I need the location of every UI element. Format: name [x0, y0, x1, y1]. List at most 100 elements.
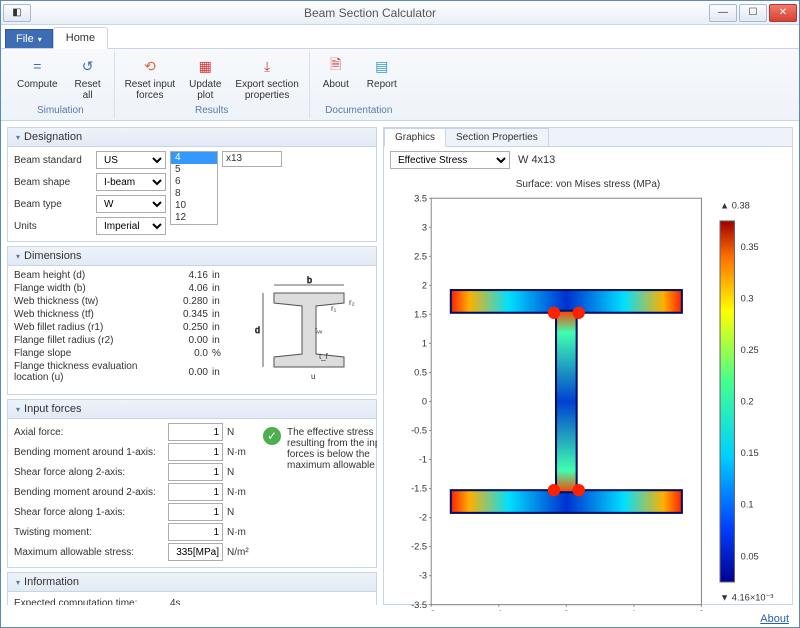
svg-text:3: 3 — [422, 222, 427, 232]
force-input[interactable] — [168, 503, 223, 521]
pdf-icon: 🗎 — [325, 55, 347, 77]
svg-text:-3: -3 — [419, 571, 427, 581]
svg-text:-1: -1 — [419, 455, 427, 465]
panel-header-dimensions[interactable]: Dimensions — [8, 247, 376, 266]
app-window: ◧ Beam Section Calculator — ☐ ✕ File Hom… — [0, 0, 800, 628]
svg-text:0.1: 0.1 — [741, 500, 754, 510]
svg-text:0: 0 — [564, 609, 569, 611]
export-props-button[interactable]: ⤓ Export section properties — [231, 53, 302, 103]
panel-header-information[interactable]: Information — [8, 573, 376, 592]
reset-icon: ↺ — [77, 55, 99, 77]
dimension-row: Flange width (b)4.06in — [14, 283, 240, 294]
force-row: Bending moment around 2-axis:N·m — [14, 483, 255, 501]
svg-text:2: 2 — [422, 280, 427, 290]
tab-home[interactable]: Home — [53, 27, 108, 49]
svg-text:b: b — [307, 275, 312, 285]
window-title: Beam Section Calculator — [31, 6, 709, 20]
svg-text:t_f: t_f — [319, 352, 329, 361]
units-select[interactable]: Imperial — [96, 217, 166, 235]
graphics-tabs: Graphics Section Properties — [384, 128, 792, 147]
footer: About — [1, 611, 799, 627]
force-row: Twisting moment:N·m — [14, 523, 255, 541]
about-button[interactable]: 🗎 About — [316, 53, 356, 92]
menubar: File Home — [1, 25, 799, 49]
svg-text:-2.5: -2.5 — [411, 542, 427, 552]
plot-icon: ▦ — [194, 55, 216, 77]
compute-icon: = — [26, 55, 48, 77]
svg-text:0.3: 0.3 — [741, 293, 754, 303]
dimension-row: Beam height (d)4.16in — [14, 270, 240, 281]
force-row: Shear force along 1-axis:N — [14, 503, 255, 521]
force-row: Bending moment around 1-axis:N·m — [14, 443, 255, 461]
plot-title: Surface: von Mises stress (MPa) — [392, 179, 784, 190]
force-input[interactable] — [168, 423, 223, 441]
panel-forces: Input forces Axial force:N Bending moment… — [7, 399, 377, 568]
tab-graphics[interactable]: Graphics — [384, 128, 446, 147]
minimize-button[interactable]: — — [709, 4, 737, 22]
svg-text:0.35: 0.35 — [741, 242, 759, 252]
svg-text:-2: -2 — [419, 513, 427, 523]
force-input[interactable] — [168, 523, 223, 541]
force-input[interactable] — [168, 543, 223, 561]
svg-text:2: 2 — [699, 609, 704, 611]
dimension-row: Web thickness (tf)0.345in — [14, 309, 240, 320]
force-input[interactable] — [168, 463, 223, 481]
panel-header-designation[interactable]: Designation — [8, 128, 376, 147]
size-listbox[interactable]: 4 5 6 8 10 12 14 — [170, 151, 218, 225]
panel-header-forces[interactable]: Input forces — [8, 400, 376, 419]
dimension-row: Flange slope0.0% — [14, 348, 240, 359]
maximize-button[interactable]: ☐ — [739, 4, 767, 22]
about-link[interactable]: About — [760, 613, 789, 625]
panel-designation: Designation Beam standardUS Beam shapeI-… — [7, 127, 377, 242]
svg-text:1.5: 1.5 — [414, 309, 427, 319]
svg-text:r₂: r₂ — [349, 298, 355, 307]
force-input[interactable] — [168, 443, 223, 461]
update-plot-button[interactable]: ▦ Update plot — [185, 53, 225, 103]
section-diagram: b d r₁ r₂ tᵥᵥ t_f u — [248, 270, 370, 390]
force-input[interactable] — [168, 483, 223, 501]
svg-text:-0.5: -0.5 — [411, 426, 427, 436]
force-row: Axial force:N — [14, 423, 255, 441]
compute-button[interactable]: = Compute — [13, 53, 62, 103]
svg-text:0.15: 0.15 — [741, 448, 759, 458]
stress-plot: 3.532.521.510.50-0.5-1-1.5-2-2.5-3-3.5 -… — [392, 190, 784, 611]
svg-text:0.2: 0.2 — [741, 397, 754, 407]
dimension-row: Web thickness (tw)0.280in — [14, 296, 240, 307]
export-icon: ⤓ — [256, 55, 278, 77]
selected-designation: x13 — [222, 151, 282, 167]
panel-dimensions: Dimensions Beam height (d)4.16in Flange w… — [7, 246, 377, 395]
svg-text:1: 1 — [631, 609, 636, 611]
tab-section-properties[interactable]: Section Properties — [445, 128, 549, 146]
ribbon: = Compute ↺ Reset all Simulation ⟲ Reset… — [1, 49, 799, 121]
plot-type-select[interactable]: Effective Stress — [390, 151, 510, 169]
beam-type-select[interactable]: W — [96, 195, 166, 213]
left-column: Designation Beam standardUS Beam shapeI-… — [7, 127, 377, 605]
svg-text:0: 0 — [422, 397, 427, 407]
beam-standard-select[interactable]: US — [96, 151, 166, 169]
reset-input-forces-button[interactable]: ⟲ Reset input forces — [121, 53, 180, 103]
dimension-row: Flange thickness evaluation location (u)… — [14, 361, 240, 383]
report-icon: ▤ — [371, 55, 393, 77]
svg-text:-2: -2 — [427, 609, 435, 611]
panel-information: Information Expected computation time:4s… — [7, 572, 377, 605]
svg-text:tᵥᵥ: tᵥᵥ — [315, 326, 323, 335]
svg-text:3.5: 3.5 — [414, 193, 427, 203]
section-label: W 4x13 — [518, 154, 555, 166]
sys-icon[interactable]: ◧ — [3, 4, 31, 22]
dimension-row: Web fillet radius (r1)0.250in — [14, 322, 240, 333]
titlebar: ◧ Beam Section Calculator — ☐ ✕ — [1, 1, 799, 25]
reset-all-button[interactable]: ↺ Reset all — [68, 53, 108, 103]
svg-text:0.25: 0.25 — [741, 345, 759, 355]
file-menu[interactable]: File — [5, 29, 53, 48]
svg-text:-3.5: -3.5 — [411, 600, 427, 610]
svg-text:1: 1 — [422, 339, 427, 349]
report-button[interactable]: ▤ Report — [362, 53, 402, 92]
right-column: Graphics Section Properties Effective St… — [383, 127, 793, 605]
dimension-row: Flange fillet radius (r2)0.00in — [14, 335, 240, 346]
close-button[interactable]: ✕ — [769, 4, 797, 22]
beam-shape-select[interactable]: I-beam — [96, 173, 166, 191]
ribbon-group-simulation: = Compute ↺ Reset all Simulation — [7, 51, 115, 118]
force-row: Shear force along 2-axis:N — [14, 463, 255, 481]
stress-ok-message: The effective stress resulting from the … — [287, 427, 377, 471]
ribbon-group-results: ⟲ Reset input forces ▦ Update plot ⤓ Exp… — [115, 51, 310, 118]
